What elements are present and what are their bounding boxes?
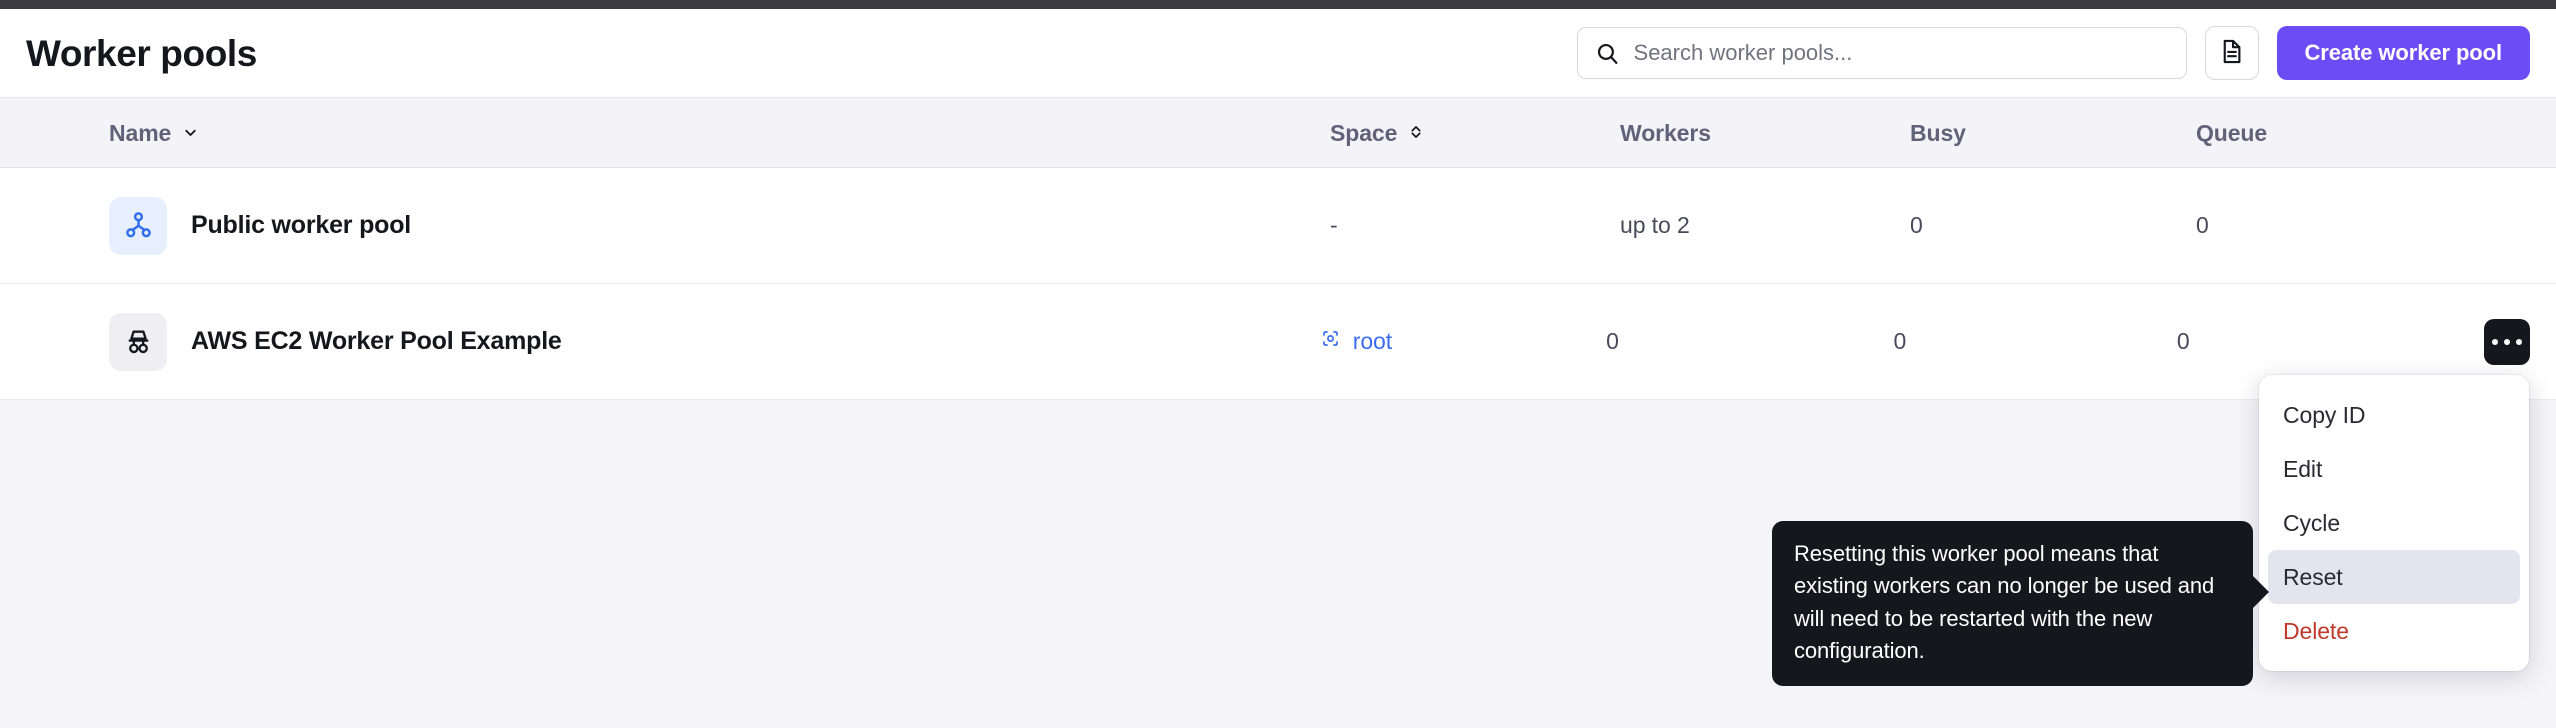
- row-actions-dropdown: Copy ID Edit Cycle Reset Delete: [2259, 375, 2529, 671]
- busy-value: 0: [1910, 212, 1923, 238]
- queue-value: 0: [2196, 212, 2209, 238]
- cell-workers: up to 2: [1620, 212, 1910, 239]
- workers-value: 0: [1606, 328, 1619, 354]
- cell-workers: 0: [1606, 328, 1893, 355]
- kebab-dot-icon: [2504, 338, 2511, 345]
- kebab-dot-icon: [2492, 338, 2499, 345]
- column-label-space: Space: [1330, 119, 1398, 146]
- chevron-down-icon: [182, 120, 199, 147]
- column-header-queue: Queue: [2196, 120, 2506, 147]
- row-actions-menu-button[interactable]: [2484, 318, 2531, 365]
- queue-value: 0: [2176, 328, 2190, 354]
- space-link[interactable]: root: [1319, 327, 1392, 356]
- pool-name-link[interactable]: AWS EC2 Worker Pool Example: [191, 327, 562, 356]
- kebab-dot-icon: [2516, 338, 2523, 345]
- search-box[interactable]: [1576, 27, 2187, 79]
- search-icon: [1595, 41, 1620, 66]
- sort-updown-icon: [1408, 120, 1424, 147]
- cell-name: AWS EC2 Worker Pool Example: [0, 312, 1319, 371]
- column-label-busy: Busy: [1910, 119, 1966, 146]
- header-actions: Create worker pool: [1576, 26, 2530, 80]
- page-header: Worker pools Create worker pool: [0, 9, 2556, 98]
- table-header-row: Name Space Workers Busy Queue: [0, 99, 2556, 168]
- menu-item-copy-id[interactable]: Copy ID: [2268, 388, 2520, 442]
- cell-space: -: [1330, 212, 1620, 239]
- space-value: -: [1330, 212, 1338, 238]
- workers-value: up to 2: [1620, 212, 1690, 238]
- cell-busy: 0: [1910, 212, 2196, 239]
- table-row[interactable]: AWS EC2 Worker Pool Example root 0 0 0: [0, 284, 2556, 400]
- column-label-workers: Workers: [1620, 119, 1711, 146]
- cell-queue: 0: [2196, 212, 2506, 239]
- cell-queue: 0: [2177, 328, 2484, 355]
- search-input[interactable]: [1633, 28, 2169, 78]
- sort-by-name[interactable]: Name: [109, 120, 1330, 147]
- space-icon: [1319, 327, 1342, 356]
- public-worker-pool-icon: [109, 196, 167, 255]
- reset-tooltip: Resetting this worker pool means that ex…: [1772, 521, 2269, 687]
- busy-value: 0: [1893, 328, 1907, 354]
- column-header-busy: Busy: [1910, 120, 2196, 147]
- column-label-queue: Queue: [2196, 119, 2268, 146]
- column-header-workers: Workers: [1620, 120, 1910, 147]
- docs-button[interactable]: [2204, 26, 2259, 80]
- space-name: root: [1352, 328, 1393, 354]
- table-row[interactable]: Public worker pool - up to 2 0 0: [0, 168, 2556, 284]
- worker-pool-icon: [109, 312, 167, 371]
- cell-name: Public worker pool: [0, 196, 1330, 255]
- document-icon: [2218, 38, 2245, 68]
- menu-item-edit[interactable]: Edit: [2268, 442, 2520, 496]
- sort-by-space[interactable]: Space: [1330, 120, 1620, 147]
- global-nav-strip: [0, 0, 2556, 9]
- cell-busy: 0: [1893, 328, 2176, 355]
- cell-actions: [2484, 318, 2556, 365]
- menu-item-delete[interactable]: Delete: [2268, 604, 2520, 658]
- column-header-name: Name: [0, 120, 1330, 147]
- menu-item-cycle[interactable]: Cycle: [2268, 496, 2520, 550]
- column-header-space: Space: [1330, 120, 1620, 147]
- menu-item-reset[interactable]: Reset: [2268, 550, 2520, 604]
- cell-space: root: [1319, 327, 1606, 356]
- worker-pools-table: Name Space Workers Busy Queue Public wor…: [0, 99, 2556, 400]
- page-title: Worker pools: [26, 32, 257, 74]
- column-label-name: Name: [109, 119, 172, 146]
- pool-name-link[interactable]: Public worker pool: [191, 211, 411, 240]
- create-worker-pool-button[interactable]: Create worker pool: [2276, 26, 2530, 80]
